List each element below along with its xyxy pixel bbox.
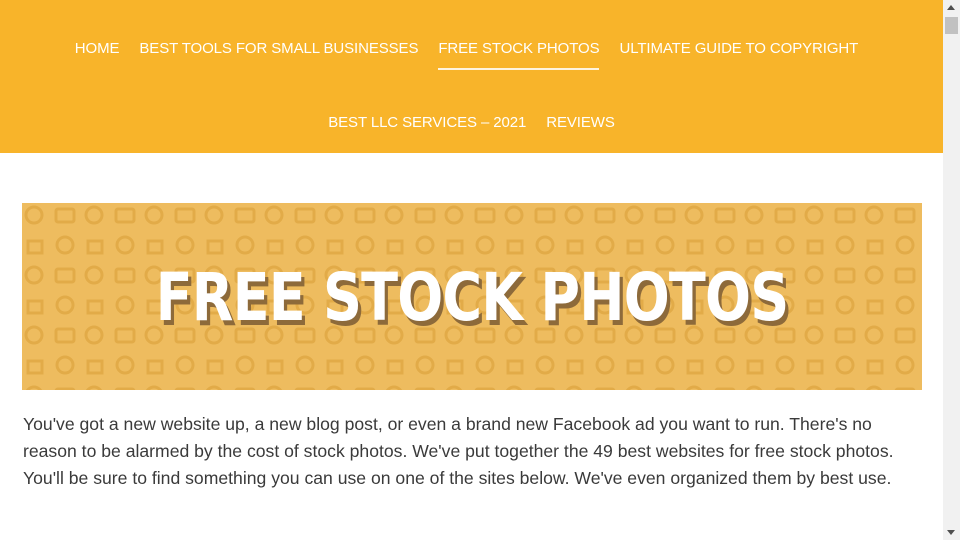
banner-title: FREE STOCK PHOTOS (155, 259, 790, 336)
nav-item-best-llc-services[interactable]: BEST LLC SERVICES – 2021 (328, 114, 526, 132)
scroll-up-arrow-icon[interactable] (947, 5, 955, 10)
page: HOME BEST TOOLS FOR SMALL BUSINESSES FRE… (0, 0, 943, 540)
nav-item-free-stock-photos[interactable]: FREE STOCK PHOTOS (438, 40, 600, 70)
vertical-scrollbar[interactable] (943, 0, 960, 540)
intro-paragraph: You've got a new website up, a new blog … (23, 414, 894, 488)
primary-nav-row-2: BEST LLC SERVICES – 2021 REVIEWS (0, 114, 943, 132)
nav-item-best-tools[interactable]: BEST TOOLS FOR SMALL BUSINESSES (139, 40, 418, 58)
scroll-thumb[interactable] (945, 17, 958, 34)
nav-item-copyright-guide[interactable]: ULTIMATE GUIDE TO COPYRIGHT (619, 40, 858, 58)
primary-nav-row-1: HOME BEST TOOLS FOR SMALL BUSINESSES FRE… (0, 40, 943, 70)
scroll-down-arrow-icon[interactable] (947, 530, 955, 535)
nav-item-reviews[interactable]: REVIEWS (546, 114, 615, 132)
site-header: HOME BEST TOOLS FOR SMALL BUSINESSES FRE… (0, 0, 943, 153)
nav-item-home[interactable]: HOME (75, 40, 120, 58)
hero-banner-image: FREE STOCK PHOTOS (22, 203, 922, 390)
